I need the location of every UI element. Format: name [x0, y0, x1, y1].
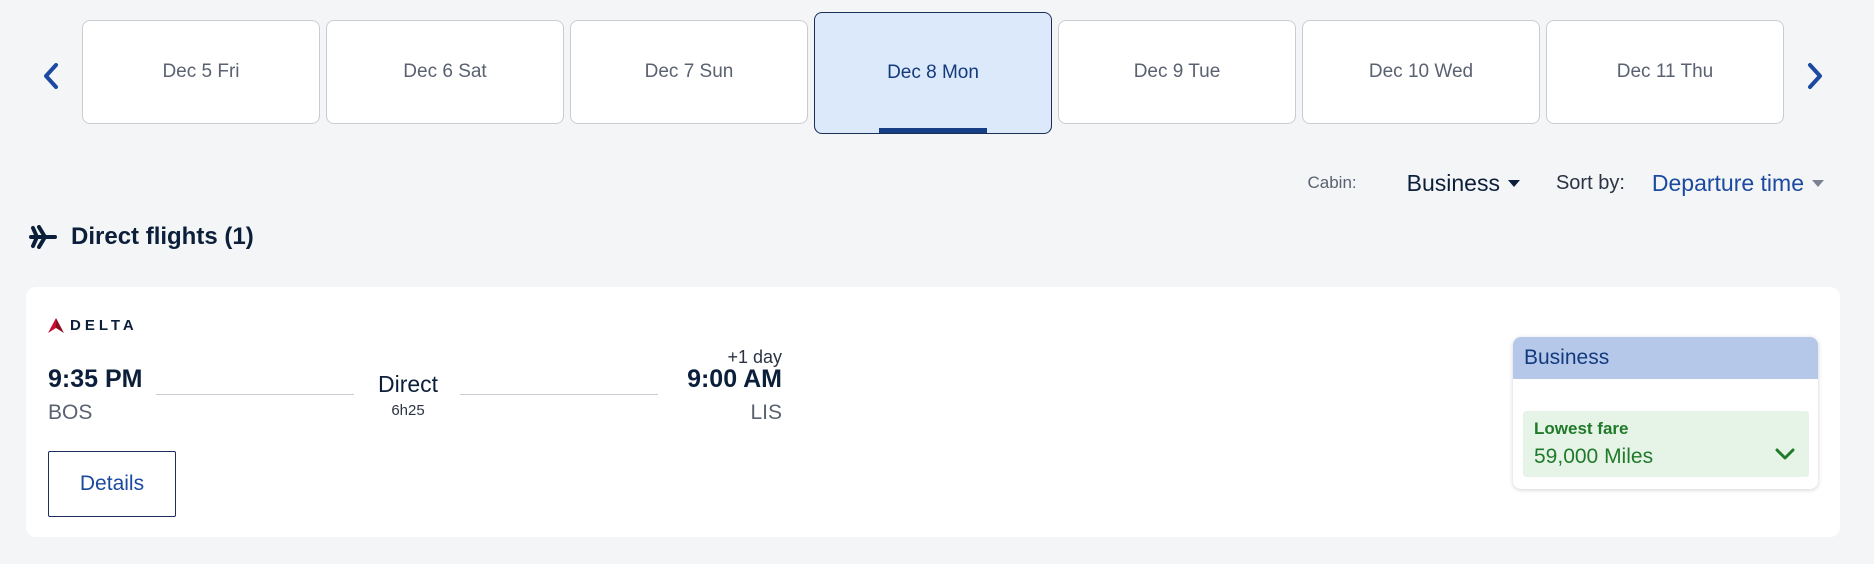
airline-logo: DELTA	[48, 317, 138, 334]
date-tab-dec-10[interactable]: Dec 10 Wed	[1302, 20, 1540, 124]
details-button[interactable]: Details	[48, 451, 176, 517]
fare-tag: Lowest fare	[1534, 419, 1629, 438]
date-tab-label: Dec 11 Thu	[1616, 61, 1714, 82]
previous-dates-button[interactable]	[33, 56, 69, 96]
date-tab-dec-6[interactable]: Dec 6 Sat	[326, 20, 564, 124]
fare-cabin-label: Business	[1524, 346, 1610, 369]
route-line	[460, 394, 658, 395]
chevron-down-icon	[1775, 448, 1795, 460]
chevron-left-icon	[44, 63, 58, 89]
results-filters: Cabin: Business Sort by: Departure time	[1307, 168, 1824, 198]
lowest-fare-option[interactable]: Lowest fare 59,000 Miles	[1523, 411, 1809, 477]
caret-down-icon	[1507, 179, 1520, 187]
flight-card: DELTA 9:35 PM BOS Direct 6h25 +1 day 9:0…	[26, 287, 1840, 537]
date-tab-dec-8[interactable]: Dec 8 Mon	[814, 12, 1052, 134]
departure-airport: BOS	[48, 401, 93, 424]
selected-date-indicator	[879, 128, 987, 133]
section-header: Direct flights (1)	[29, 222, 254, 252]
date-tab-dec-11[interactable]: Dec 11 Thu	[1546, 20, 1784, 124]
sort-label: Sort by:	[1555, 171, 1625, 194]
date-tab-label: Dec 7 Sun	[644, 61, 734, 82]
stops-label: Direct	[377, 371, 439, 397]
sort-dropdown[interactable]: Departure time	[1652, 170, 1824, 197]
airplane-icon	[29, 225, 57, 249]
fare-box: Business Lowest fare 59,000 Miles	[1513, 337, 1818, 489]
section-title: Direct flights (1)	[71, 223, 254, 250]
chevron-right-icon	[1808, 63, 1822, 89]
date-tab-dec-5[interactable]: Dec 5 Fri	[82, 20, 320, 124]
date-strip: Dec 5 Fri Dec 6 Sat Dec 7 Sun Dec 8 Mon …	[82, 12, 1786, 134]
date-tab-dec-7[interactable]: Dec 7 Sun	[570, 20, 808, 124]
flight-results-page: Dec 5 Fri Dec 6 Sat Dec 7 Sun Dec 8 Mon …	[0, 0, 1874, 564]
next-dates-button[interactable]	[1797, 56, 1833, 96]
arrival-airport: LIS	[750, 401, 782, 424]
date-tab-label: Dec 10 Wed	[1368, 61, 1474, 82]
date-tab-dec-9[interactable]: Dec 9 Tue	[1058, 20, 1296, 124]
caret-down-icon	[1812, 179, 1824, 187]
date-tab-label: Dec 6 Sat	[403, 61, 487, 82]
fare-price: 59,000 Miles	[1534, 445, 1654, 468]
route-line	[156, 394, 354, 395]
delta-widget-icon	[48, 318, 64, 333]
flight-duration: 6h25	[391, 402, 425, 419]
date-tab-label: Dec 5 Fri	[162, 61, 240, 82]
sort-value: Departure time	[1651, 169, 1804, 196]
fare-cabin-header: Business	[1513, 337, 1818, 379]
details-button-label: Details	[79, 472, 145, 495]
date-tab-label: Dec 9 Tue	[1133, 61, 1221, 82]
cabin-label: Cabin:	[1307, 173, 1357, 192]
airline-name: DELTA	[70, 317, 138, 334]
departure-time: 9:35 PM	[48, 365, 143, 393]
cabin-value: Business	[1406, 169, 1500, 196]
arrival-time: 9:00 AM	[687, 365, 782, 393]
cabin-dropdown[interactable]: Business	[1407, 170, 1520, 197]
date-tab-label: Dec 8 Mon	[887, 62, 979, 83]
